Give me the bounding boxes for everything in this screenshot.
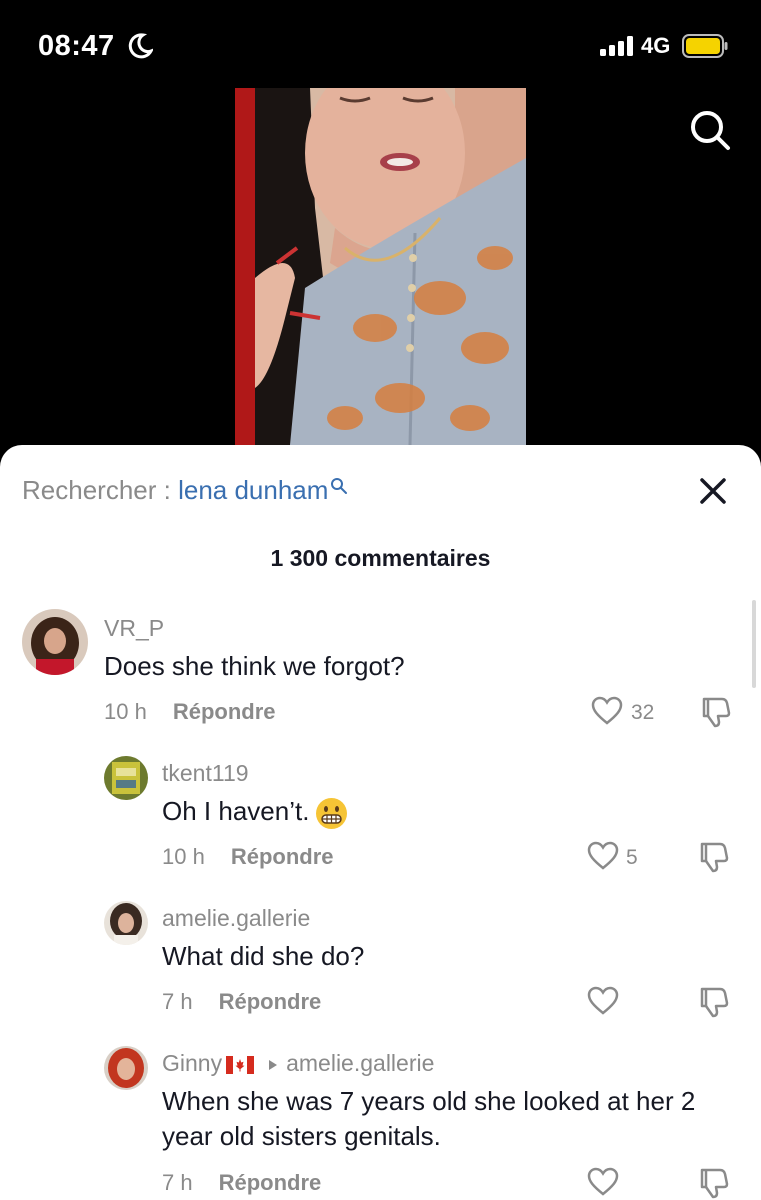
thumbs-down-icon[interactable] xyxy=(696,840,730,874)
video-frame[interactable] xyxy=(235,88,526,445)
search-term[interactable]: lena dunham xyxy=(178,475,328,505)
like-count: 5 xyxy=(626,846,638,869)
comment-meta: 10 h Répondre xyxy=(104,699,276,725)
comment-count: 1 300 commentaires xyxy=(270,545,491,571)
close-icon[interactable] xyxy=(697,475,729,507)
battery-icon xyxy=(682,34,728,58)
search-icon xyxy=(331,478,348,494)
signal-icon xyxy=(600,36,633,56)
comment-username[interactable]: tkent119 xyxy=(162,760,249,787)
comment-text: Does she think we forgot? xyxy=(104,651,405,681)
comment-text: What did she do? xyxy=(162,941,365,971)
search-prefix: Rechercher : xyxy=(22,475,179,505)
reply-to-username[interactable]: amelie.gallerie xyxy=(286,1050,434,1076)
comment-text: When she was 7 years old she looked at h… xyxy=(162,1086,696,1151)
comment-time: 7 h xyxy=(162,1170,193,1195)
comment-time: 10 h xyxy=(162,844,205,869)
comment-text: Oh I haven’t. xyxy=(162,796,310,826)
comment-text-row: Oh I haven’t. xyxy=(162,794,682,830)
moon-icon xyxy=(128,33,153,59)
comment-time: 10 h xyxy=(104,699,147,724)
heart-icon[interactable] xyxy=(587,841,619,871)
comments-panel: Rechercher : lena dunham 1 300 commentai… xyxy=(0,445,761,1200)
related-search[interactable]: Rechercher : lena dunham xyxy=(22,475,348,506)
avatar[interactable] xyxy=(104,756,148,800)
scrollbar[interactable] xyxy=(752,600,756,688)
canada-flag-icon xyxy=(226,1055,255,1074)
comment-meta: 7 h Répondre xyxy=(162,1170,321,1196)
search-icon[interactable] xyxy=(688,108,732,152)
reply-button[interactable]: Répondre xyxy=(231,844,334,869)
thumbs-down-icon[interactable] xyxy=(698,695,732,729)
reply-button[interactable]: Répondre xyxy=(173,699,276,724)
comment-username-row: Ginny amelie.gallerie xyxy=(162,1050,434,1077)
comment-username[interactable]: amelie.gallerie xyxy=(162,905,310,932)
comment-meta: 7 h Répondre xyxy=(162,989,321,1015)
avatar[interactable] xyxy=(22,609,88,675)
reply-button[interactable]: Répondre xyxy=(219,989,322,1014)
comment-username[interactable]: VR_P xyxy=(104,615,164,642)
thumbs-down-icon[interactable] xyxy=(696,985,730,1019)
grimacing-face-icon xyxy=(316,797,348,829)
status-bar: 08:47 4G xyxy=(0,0,761,90)
comment-username[interactable]: Ginny xyxy=(162,1050,222,1076)
like-count: 32 xyxy=(631,701,655,724)
avatar[interactable] xyxy=(104,901,148,945)
network-type: 4G xyxy=(641,33,671,58)
thumbs-down-icon[interactable] xyxy=(696,1166,730,1200)
clock: 08:47 xyxy=(38,30,115,62)
comment-meta: 10 h Répondre xyxy=(162,844,334,870)
heart-icon[interactable] xyxy=(587,1167,619,1197)
heart-icon[interactable] xyxy=(591,696,623,726)
reply-arrow-icon xyxy=(269,1059,278,1070)
reply-button[interactable]: Répondre xyxy=(219,1170,322,1195)
avatar[interactable] xyxy=(104,1046,148,1090)
comment-time: 7 h xyxy=(162,989,193,1014)
heart-icon[interactable] xyxy=(587,986,619,1016)
